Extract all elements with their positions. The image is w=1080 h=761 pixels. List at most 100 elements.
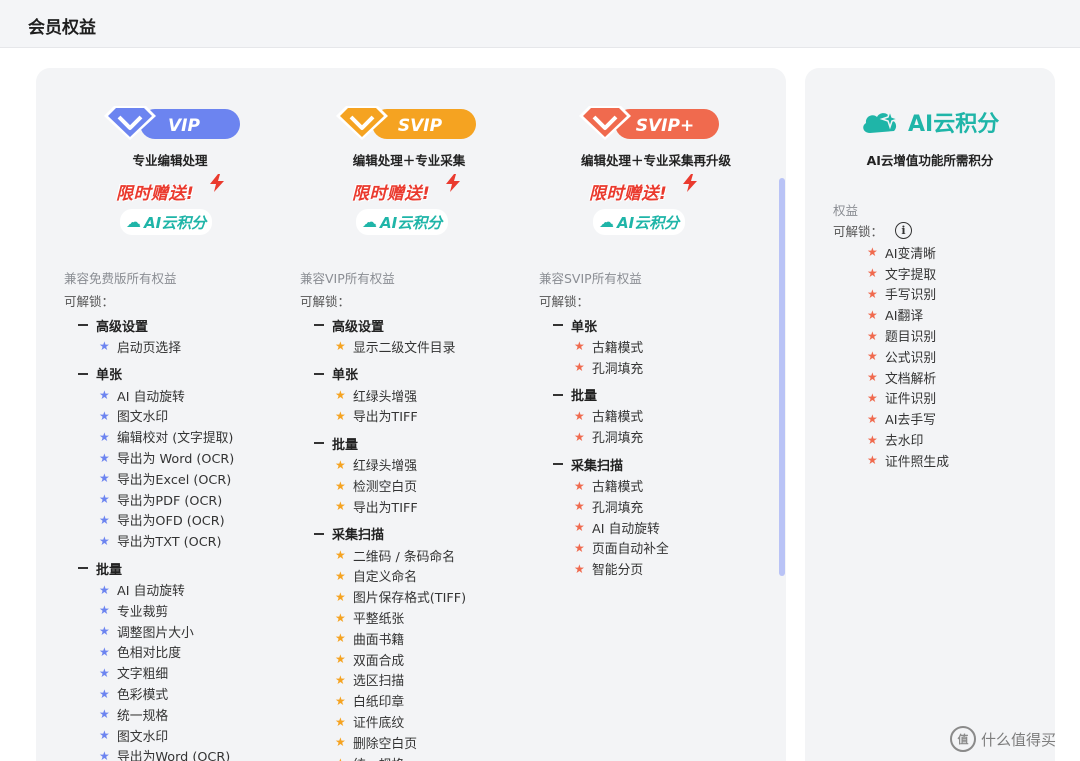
feature-item: ★统一规格 bbox=[99, 707, 169, 724]
vip-badge-text: VIP bbox=[168, 116, 200, 136]
feature-group: 采集扫描 ★ 古籍模式 ★ 孔洞填充 ★ AI 自动旋转 ★ 页面自动补全 ★ 智能分页 bbox=[553, 453, 763, 579]
star-icon: ★ bbox=[867, 286, 878, 301]
star-icon: ★ bbox=[574, 540, 585, 555]
vip-promo-sticker: 限时赠送! ☁ AI云积分 bbox=[110, 174, 230, 244]
star-icon: ★ bbox=[99, 665, 110, 680]
cloud-star-icon bbox=[863, 108, 901, 133]
star-icon: ★ bbox=[99, 624, 110, 639]
info-icon[interactable]: i bbox=[895, 222, 913, 239]
star-icon: ★ bbox=[574, 478, 585, 493]
promo-gift-text: 限时赠送! bbox=[116, 184, 195, 204]
feature-group: 单张 ★ 古籍模式 ★ 孔洞填充 bbox=[553, 314, 763, 378]
dash-icon bbox=[78, 567, 88, 570]
star-icon: ★ bbox=[99, 748, 110, 761]
star-icon: ★ bbox=[867, 370, 878, 385]
star-icon: ★ bbox=[99, 492, 110, 507]
star-icon: ★ bbox=[867, 453, 878, 468]
star-icon: ★ bbox=[335, 631, 346, 646]
feature-item: ★ 证件底纹 bbox=[335, 714, 405, 732]
star-icon: ★ bbox=[335, 408, 346, 423]
star-icon: ★ bbox=[335, 714, 346, 729]
dash-icon bbox=[553, 324, 563, 326]
dash-icon bbox=[553, 393, 563, 396]
star-icon: ★ bbox=[335, 672, 346, 687]
star-icon: ★ bbox=[99, 707, 110, 722]
feature-group: 单张 ★ 红绿头增强 ★ 导出为TIFF bbox=[314, 363, 524, 427]
feature-group: 批量 ★ AI 自动旋转 ★ 专业裁剪 ★ 调整图片大小 ★ 色相对比度 ★ 文字粗细 ★ 色彩模式 ★ 统… bbox=[78, 557, 288, 761]
ai-feature-item: ★ 手写识别 bbox=[867, 286, 937, 304]
scrollbar-thumb[interactable] bbox=[779, 178, 785, 576]
star-icon: ★ bbox=[335, 548, 346, 563]
feature-group-title: 高级设置 bbox=[78, 314, 288, 336]
dash-icon bbox=[314, 532, 324, 535]
feature-item: ★ 编辑校对 (文字提取) bbox=[99, 429, 234, 447]
star-icon: ★ bbox=[335, 388, 346, 403]
feature-item: ★ 导出为TIFF bbox=[335, 499, 418, 516]
promo-gift-text: 限时赠送! bbox=[589, 184, 668, 204]
star-icon: ★ bbox=[99, 450, 110, 465]
promo-gift-text: 限时赠送! bbox=[352, 184, 431, 204]
feature-group: 单张 ★ AI 自动旋转 ★ 图文水印 ★ 编辑校对 (文字提取) ★ 导出为 Word (OC… bbox=[78, 363, 288, 551]
dash-icon bbox=[78, 324, 88, 326]
svip-plus-badge-text: SVIP+ bbox=[636, 116, 694, 136]
promo-ai-credit: ☁ AI云积分 bbox=[356, 209, 449, 235]
ai-feature-item: ★ 去水印 bbox=[867, 432, 924, 450]
feature-item: ★ 导出为TXT (OCR) bbox=[99, 533, 222, 551]
svip-badge-text: SVIP bbox=[398, 116, 443, 136]
dash-icon bbox=[553, 463, 563, 466]
feature-item: ★ 选区扫描 bbox=[335, 672, 405, 690]
svip-plus-feature-list: 单张 ★ 古籍模式 ★ 孔洞填充 批量 ★ 古籍模式 ★ 孔洞填充 采集扫描 ★ 古籍模式 ★ 孔洞填充 ★ A… bbox=[553, 314, 763, 579]
svip-plus-tagline: 编辑处理＋专业采集再升级 bbox=[580, 153, 731, 168]
ai-credit-panel: AI云积分 AI云增值功能所需积分 权益 可解锁： i ★ AI变清晰 ★ 文字提取 ★… bbox=[805, 68, 1055, 761]
feature-item: ★ 色相对比度 bbox=[99, 644, 181, 662]
feature-item: ★ 红绿头增强 bbox=[335, 457, 417, 475]
dash-icon bbox=[314, 372, 324, 375]
star-icon: ★ bbox=[99, 582, 110, 597]
svip-plus-compat-note: 兼容SVIP所有权益 bbox=[539, 271, 642, 286]
lightning-icon bbox=[446, 174, 460, 192]
star-icon: ★ bbox=[99, 644, 110, 659]
star-icon: ★ bbox=[574, 520, 585, 535]
watermark-logo-icon: 值 bbox=[950, 726, 976, 752]
ai-feature-item: ★ 证件照生成 bbox=[867, 453, 949, 470]
feature-item: ★ 导出为TIFF bbox=[335, 408, 418, 426]
svip-plus-badge: SVIP+ bbox=[575, 104, 719, 142]
feature-item: ★ 红绿头增强 bbox=[335, 388, 417, 405]
star-icon: ★ bbox=[335, 339, 346, 354]
feature-item: ★ 导出为PDF (OCR) bbox=[99, 492, 223, 509]
feature-item: ★ AI 自动旋转 bbox=[99, 388, 185, 405]
star-icon: ★ bbox=[335, 757, 347, 761]
lightning-icon bbox=[683, 174, 697, 192]
feature-item: ★ 二维码 / 条码命名 bbox=[335, 548, 456, 565]
star-icon: ★ bbox=[99, 339, 110, 354]
star-icon: ★ bbox=[99, 728, 110, 743]
vip-tagline: 专业编辑处理 bbox=[132, 153, 208, 168]
feature-item: ★ 孔洞填充 bbox=[574, 429, 644, 447]
feature-item: ★ 图片保存格式(TIFF) bbox=[335, 589, 467, 607]
star-icon: ★ bbox=[867, 307, 878, 322]
svip-plus-promo-sticker: 限时赠送! ☁ AI云积分 bbox=[583, 174, 703, 244]
svip-badge: SVIP bbox=[332, 104, 476, 142]
promo-ai-credit: ☁ AI云积分 bbox=[120, 209, 213, 235]
feature-item: ★ 文字粗细 bbox=[99, 665, 169, 683]
ai-feature-item: ★ AI变清晰 bbox=[867, 245, 936, 262]
feature-item: ★ AI 自动旋转 bbox=[99, 582, 185, 600]
vip-badge: VIP bbox=[100, 104, 242, 142]
star-icon: ★ bbox=[99, 429, 110, 444]
feature-item: ★ 导出为Word (OCR) bbox=[99, 748, 231, 761]
feature-item: ★ 导出为 Word (OCR) bbox=[99, 450, 235, 468]
feature-group-title: 批量 bbox=[314, 432, 524, 454]
star-icon: ★ bbox=[335, 735, 346, 750]
star-icon: ★ bbox=[335, 693, 346, 708]
feature-item: ★ 曲面书籍 bbox=[335, 631, 405, 648]
promo-ai-credit: ☁ AI云积分 bbox=[593, 209, 686, 235]
feature-item: ★ 平整纸张 bbox=[335, 610, 405, 628]
ai-feature-item: ★ 题目识别 bbox=[867, 328, 937, 346]
star-icon: ★ bbox=[574, 561, 585, 576]
feature-group-title: 采集扫描 bbox=[314, 523, 524, 545]
star-icon: ★ bbox=[867, 349, 878, 364]
ai-feature-item: ★ 文字提取 bbox=[867, 266, 937, 283]
ai-feature-item: ★ 文档解析 bbox=[867, 370, 937, 387]
feature-group: 采集扫描 ★ 二维码 / 条码命名 ★ 自定义命名 ★ 图片保存格式(TIFF) ★ 平整纸张 ★… bbox=[314, 523, 524, 761]
star-icon: ★ bbox=[574, 339, 585, 354]
